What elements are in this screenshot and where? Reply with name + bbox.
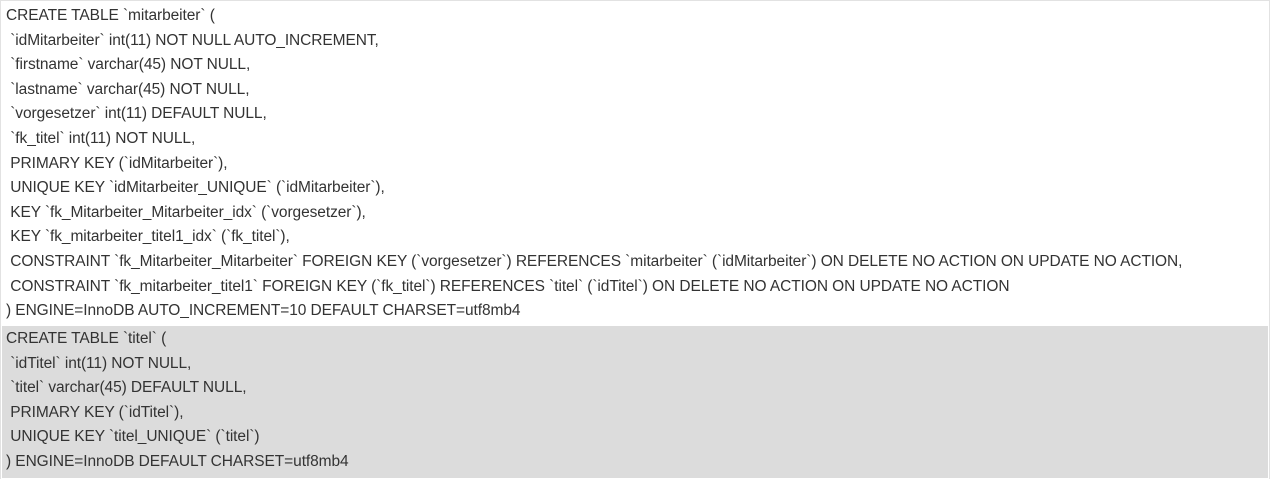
sql-line: `lastname` varchar(45) NOT NULL, bbox=[6, 80, 250, 98]
sql-line: `titel` varchar(45) DEFAULT NULL, bbox=[6, 379, 247, 397]
sql-line: KEY `fk_Mitarbeiter_Mitarbeiter_idx` (`v… bbox=[6, 203, 366, 221]
create-table-mitarbeiter-statement: CREATE TABLE `mitarbeiter` ( `idMitarbei… bbox=[2, 4, 1268, 325]
sql-line: ) ENGINE=InnoDB DEFAULT CHARSET=utf8mb4 bbox=[6, 453, 349, 470]
sql-line: `vorgesetzer` int(11) DEFAULT NULL, bbox=[6, 105, 267, 123]
sql-line: PRIMARY KEY (`idMitarbeiter`), bbox=[6, 154, 228, 172]
sql-line: CREATE TABLE `mitarbeiter` ( bbox=[6, 7, 215, 24]
sql-line: `idTitel` int(11) NOT NULL, bbox=[6, 354, 192, 372]
sql-line: ) ENGINE=InnoDB AUTO_INCREMENT=10 DEFAUL… bbox=[6, 302, 521, 320]
sql-line: PRIMARY KEY (`idTitel`), bbox=[6, 403, 184, 421]
sql-line: KEY `fk_mitarbeiter_titel1_idx` (`fk_tit… bbox=[6, 228, 290, 246]
sql-line: CREATE TABLE `titel` ( bbox=[6, 330, 167, 347]
sql-line: UNIQUE KEY `titel_UNIQUE` (`titel`) bbox=[6, 428, 260, 446]
sql-line: `fk_titel` int(11) NOT NULL, bbox=[6, 130, 196, 147]
page: { "statements": [ { "table": "mitarbeite… bbox=[0, 0, 1270, 482]
create-table-titel-statement: CREATE TABLE `titel` ( `idTitel` int(11)… bbox=[2, 326, 1268, 478]
sql-line: `idMitarbeiter` int(11) NOT NULL AUTO_IN… bbox=[6, 31, 379, 49]
sql-line: CONSTRAINT `fk_Mitarbeiter_Mitarbeiter` … bbox=[6, 253, 1183, 270]
sql-line: CONSTRAINT `fk_mitarbeiter_titel1` FOREI… bbox=[6, 277, 1010, 295]
sql-line: `firstname` varchar(45) NOT NULL, bbox=[6, 56, 251, 74]
sql-output-panel: CREATE TABLE `mitarbeiter` ( `idMitarbei… bbox=[0, 0, 1270, 480]
sql-line: UNIQUE KEY `idMitarbeiter_UNIQUE` (`idMi… bbox=[6, 179, 385, 197]
